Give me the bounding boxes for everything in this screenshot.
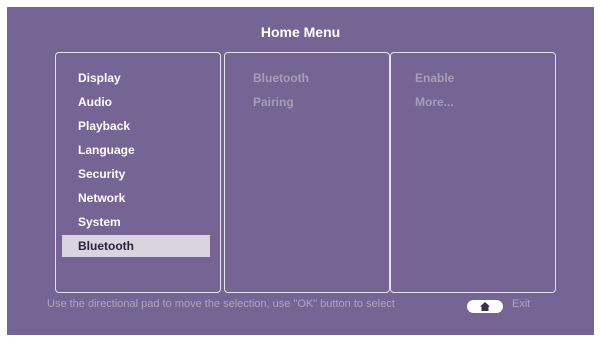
exit-label[interactable]: Exit [512,298,530,310]
page-title: Home Menu [260,24,341,40]
options-list: Enable More... [415,67,454,115]
menu-item-network[interactable]: Network [62,187,210,209]
menu-item-security[interactable]: Security [62,163,210,185]
option-item-enable[interactable]: Enable [415,67,454,89]
main-menu-panel: Display Audio Playback Language Security… [55,52,221,293]
submenu-item-bluetooth[interactable]: Bluetooth [253,67,309,89]
options-panel: Enable More... [390,52,556,293]
menu-item-bluetooth[interactable]: Bluetooth [62,235,210,257]
main-menu-list: Display Audio Playback Language Security… [62,67,210,259]
home-menu-screen: Home Menu Display Audio Playback Languag… [7,7,594,335]
submenu-list: Bluetooth Pairing [253,67,309,115]
option-item-more[interactable]: More... [415,91,454,113]
home-button[interactable] [467,300,503,313]
submenu-item-pairing[interactable]: Pairing [253,91,309,113]
navigation-hint: Use the directional pad to move the sele… [47,298,395,310]
menu-item-audio[interactable]: Audio [62,91,210,113]
home-icon [480,302,490,311]
menu-item-language[interactable]: Language [62,139,210,161]
menu-item-system[interactable]: System [62,211,210,233]
menu-item-display[interactable]: Display [62,67,210,89]
menu-item-playback[interactable]: Playback [62,115,210,137]
submenu-panel: Bluetooth Pairing [224,52,390,293]
